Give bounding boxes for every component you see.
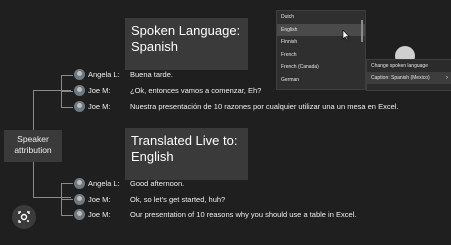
caption-text: Our presentation of 10 reasons why you s… xyxy=(130,210,357,219)
connector-vertical xyxy=(33,90,34,130)
connector-bottom-tick xyxy=(61,215,73,216)
connector-top-tick xyxy=(61,91,73,92)
language-option[interactable]: French (Canada) xyxy=(277,61,365,74)
language-dropdown-menu[interactable]: Dutch English Finnish French French (Can… xyxy=(276,10,366,90)
language-menu-scrollbar[interactable] xyxy=(361,20,363,42)
caption-settings-menu[interactable]: Change spoken language Caption: Spanish … xyxy=(366,59,451,91)
language-option-selected[interactable]: English xyxy=(277,23,365,36)
speaker-name: Joe M: xyxy=(88,210,111,219)
connector-vertical xyxy=(33,162,34,197)
language-option[interactable]: Dutch xyxy=(277,11,365,24)
avatar-icon xyxy=(74,85,85,96)
speaker-name: Angela L: xyxy=(88,70,120,79)
change-spoken-language-item[interactable]: Change spoken language xyxy=(367,60,451,72)
caption-text: Good afternoon. xyxy=(130,179,185,188)
spoken-language-title: Spoken Language: Spanish xyxy=(125,18,248,70)
speaker-name: Angela L: xyxy=(88,179,120,188)
connector-bottom-tick xyxy=(61,199,73,200)
avatar-icon xyxy=(74,178,85,189)
lens-button[interactable] xyxy=(12,205,36,229)
caption-text: Nuestra presentación de 10 razones por c… xyxy=(130,102,399,111)
caption-text: Ok, so let's get started, huh? xyxy=(130,195,226,204)
language-option[interactable]: German xyxy=(277,74,365,87)
caption-language-item[interactable]: Caption: Spanish (Mexico) xyxy=(367,72,451,84)
speaker-name: Joe M: xyxy=(88,195,111,204)
connector-bottom-tick xyxy=(61,183,73,184)
language-option[interactable]: Finnish xyxy=(277,36,365,49)
lens-icon xyxy=(18,211,30,223)
chevron-right-icon: › xyxy=(446,75,448,81)
connector-branch-bottom xyxy=(33,197,71,198)
avatar-icon xyxy=(74,194,85,205)
speaker-name: Joe M: xyxy=(88,86,111,95)
connector-top-tick xyxy=(61,107,73,108)
avatar-icon xyxy=(74,69,85,80)
avatar-icon xyxy=(74,101,85,112)
language-option[interactable]: French xyxy=(277,49,365,62)
translated-language-title: Translated Live to: English xyxy=(125,128,248,180)
speaker-attribution-label: Speaker attribution xyxy=(4,130,62,162)
speaker-name: Joe M: xyxy=(88,102,111,111)
avatar-icon xyxy=(74,209,85,220)
mouse-pointer-icon xyxy=(342,29,350,44)
connector-top-tick xyxy=(61,75,73,76)
